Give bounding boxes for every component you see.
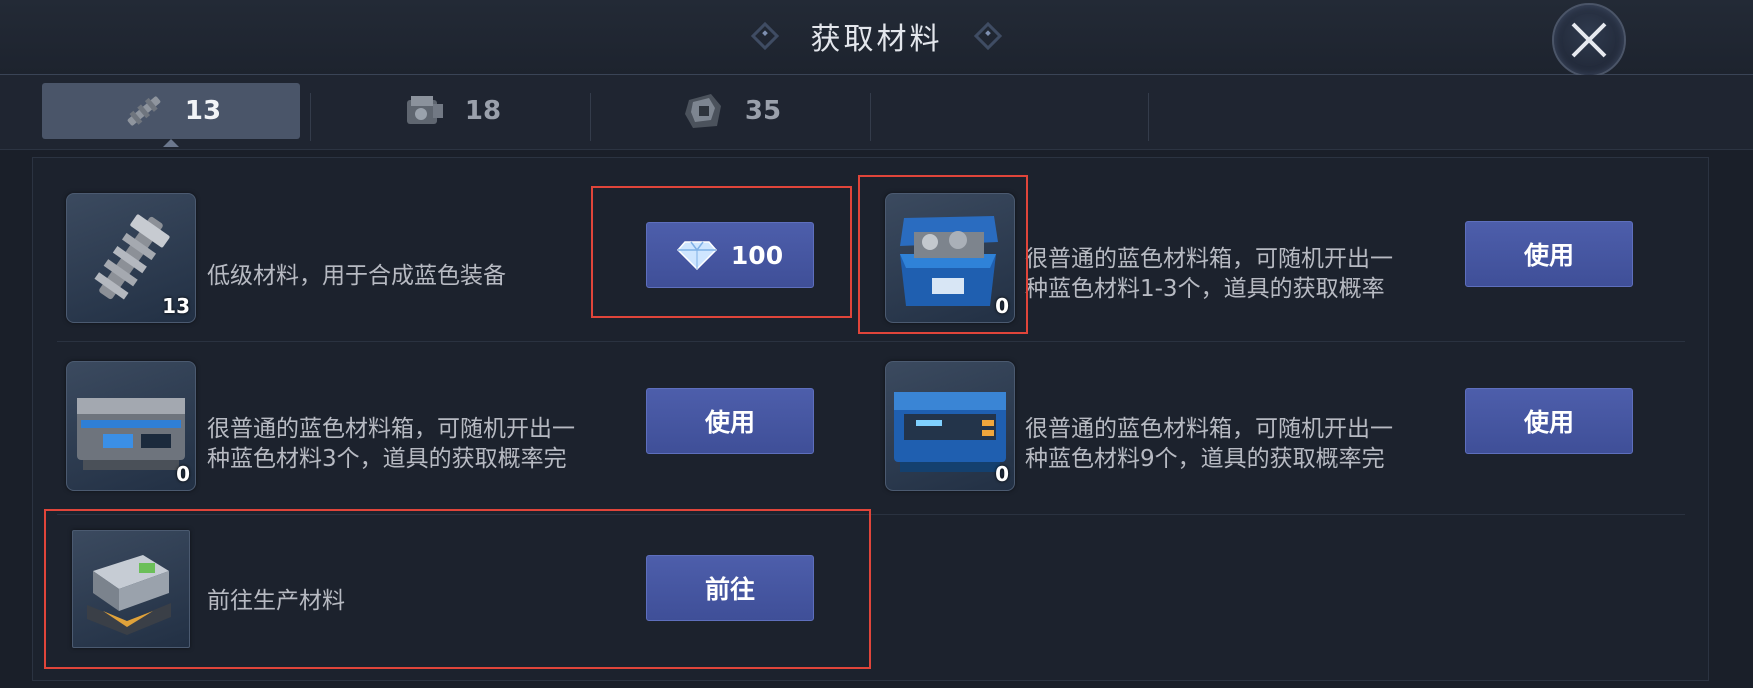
use-button[interactable]: 使用 bbox=[1465, 221, 1633, 287]
material-box-item-icon[interactable]: 0 bbox=[66, 361, 196, 491]
tab-count: 13 bbox=[184, 96, 222, 126]
page-title: 获取材料 bbox=[810, 22, 943, 57]
close-button[interactable] bbox=[1552, 3, 1626, 77]
material-tabs: 13 18 35 bbox=[0, 75, 1753, 150]
diamond-purchase-button[interactable]: 100 bbox=[646, 222, 814, 288]
diamond-price: 100 bbox=[730, 240, 784, 270]
item-description: 低级材料，用于合成蓝色装备 bbox=[207, 263, 506, 289]
title-right-ornament-icon bbox=[973, 21, 1002, 51]
tab-count: 35 bbox=[744, 96, 782, 126]
item-description: 前往生产材料 bbox=[207, 588, 345, 614]
goto-button[interactable]: 前往 bbox=[646, 555, 814, 621]
close-icon bbox=[1571, 22, 1607, 58]
tab-material-3[interactable]: 35 bbox=[602, 83, 860, 139]
use-button[interactable]: 使用 bbox=[1465, 388, 1633, 454]
diamond-icon bbox=[676, 241, 717, 270]
item-description: 很普通的蓝色材料箱，可随机开出一 种蓝色材料9个，道具的获取概率完 bbox=[1025, 414, 1393, 474]
source-list-panel: 13 低级材料，用于合成蓝色装备 100 0 很普通的蓝色材料箱，可随机开出一 … bbox=[32, 157, 1709, 681]
description-line: 种蓝色材料9个，道具的获取概率完 bbox=[1025, 446, 1385, 472]
item-count: 0 bbox=[995, 294, 1009, 318]
tab-divider bbox=[1148, 93, 1149, 141]
row-divider bbox=[57, 514, 1685, 515]
row-divider bbox=[57, 341, 1685, 342]
production-facility-icon[interactable] bbox=[72, 530, 190, 648]
tab-material-2[interactable]: 18 bbox=[322, 83, 580, 139]
factory-machine-icon bbox=[87, 555, 171, 635]
title-left-ornament-icon bbox=[751, 21, 780, 51]
item-description: 很普通的蓝色材料箱，可随机开出一 种蓝色材料1-3个，道具的获取概率 bbox=[1025, 244, 1393, 304]
item-count: 13 bbox=[162, 294, 190, 318]
description-line: 种蓝色材料3个，道具的获取概率完 bbox=[207, 446, 567, 472]
material-box-item-icon[interactable]: 0 bbox=[885, 361, 1015, 491]
tab-material-1[interactable]: 13 bbox=[42, 83, 300, 147]
tab-divider bbox=[590, 93, 591, 141]
engine-part-icon bbox=[406, 96, 443, 124]
description-line: 很普通的蓝色材料箱，可随机开出一 bbox=[1025, 416, 1393, 442]
item-count: 0 bbox=[995, 462, 1009, 486]
description-line: 很普通的蓝色材料箱，可随机开出一 bbox=[1025, 246, 1393, 272]
description-line: 很普通的蓝色材料箱，可随机开出一 bbox=[207, 416, 575, 442]
tab-count: 18 bbox=[464, 96, 502, 126]
tab-divider bbox=[310, 93, 311, 141]
scope-part-icon bbox=[127, 96, 161, 126]
tab-divider bbox=[870, 93, 871, 141]
item-count: 0 bbox=[176, 462, 190, 486]
item-description: 很普通的蓝色材料箱，可随机开出一 种蓝色材料3个，道具的获取概率完 bbox=[207, 414, 575, 474]
title-wrap: 获取材料 bbox=[0, 14, 1753, 58]
header-bar: 获取材料 bbox=[0, 0, 1753, 77]
material-box-item-icon[interactable]: 0 bbox=[885, 193, 1015, 323]
armor-part-icon bbox=[684, 94, 721, 128]
description-line: 种蓝色材料1-3个，道具的获取概率 bbox=[1025, 276, 1385, 302]
use-button[interactable]: 使用 bbox=[646, 388, 814, 454]
material-item-icon[interactable]: 13 bbox=[66, 193, 196, 323]
